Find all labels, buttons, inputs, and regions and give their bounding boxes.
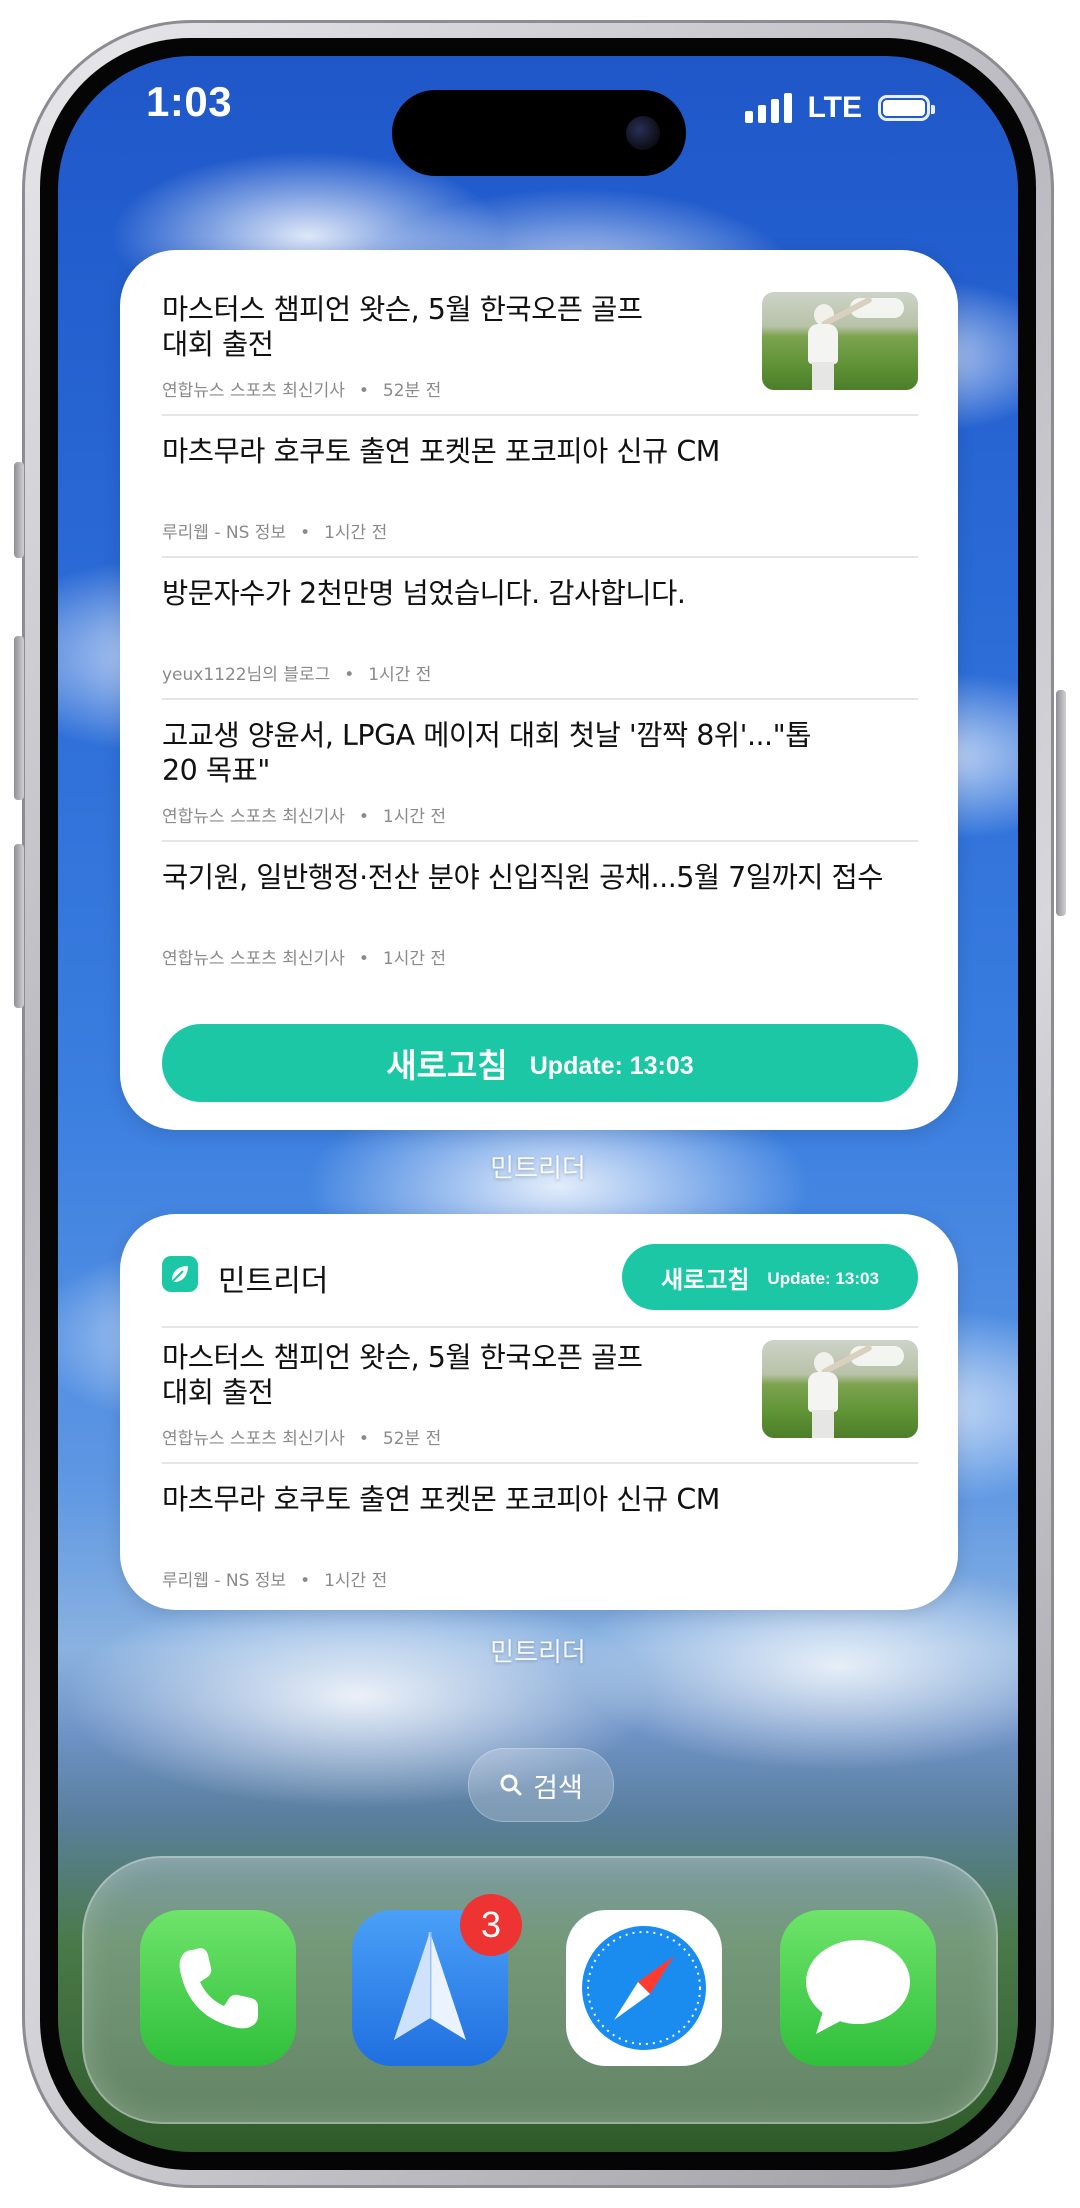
news-title: 마스터스 챔피언 왓슨, 5월 한국오픈 골프 대회 출전 — [162, 293, 643, 361]
power-button — [1056, 690, 1066, 916]
refresh-label: 새로고침 — [661, 1265, 750, 1294]
notification-badge: 3 — [460, 1894, 522, 1956]
spotlight-search-button[interactable]: 검색 — [468, 1748, 614, 1822]
news-age: 52분 전 — [382, 381, 442, 401]
news-age: 1시간 전 — [324, 1571, 388, 1591]
news-source: 루리웹 - NS 정보 — [162, 523, 287, 543]
front-camera-icon — [626, 116, 660, 150]
news-item[interactable]: 국기원, 일반행정·전산 분야 신입직원 공채...5월 7일까지 접수 연합뉴… — [162, 842, 918, 984]
news-meta: 연합뉴스 스포츠 최신기사 • 1시간 전 — [162, 949, 447, 969]
home-screen: 1:03 LTE 마스터스 챔피언 왓슨, 5월 한국오픈 골프 대회 출전 연… — [58, 56, 1018, 2152]
widget-caption: 민트리더 — [490, 1638, 586, 1668]
news-title: 마츠무라 호쿠토 출연 포켓몬 포코피아 신규 CM — [162, 435, 720, 468]
news-item[interactable]: 마츠무라 호쿠토 출연 포켓몬 포코피아 신규 CM 루리웹 - NS 정보 • 1… — [162, 1464, 918, 1606]
search-label: 검색 — [533, 1772, 583, 1804]
news-meta: yeux1122님의 블로그 • 1시간 전 — [162, 665, 432, 685]
status-indicators: LTE — [744, 88, 935, 128]
news-item[interactable]: 마스터스 챔피언 왓슨, 5월 한국오픈 골프 대회 출전 연합뉴스 스포츠 최… — [162, 292, 918, 416]
phone-icon — [179, 1948, 258, 2029]
news-title: 마츠무라 호쿠토 출연 포켓몬 포코피아 신규 CM — [162, 1483, 720, 1516]
mint-reader-app-icon — [162, 1256, 198, 1292]
news-widget-medium[interactable]: 민트리더 새로고침 Update: 13:03 마스터스 챔피언 왓슨, 5월 … — [120, 1214, 958, 1610]
news-source: 연합뉴스 스포츠 최신기사 — [162, 1429, 345, 1449]
news-item[interactable]: 고교생 양윤서, LPGA 메이저 대회 첫날 '깜짝 8위'..."톱 20 … — [162, 700, 918, 842]
news-source: yeux1122님의 블로그 — [162, 665, 331, 685]
safari-app[interactable] — [566, 1910, 722, 2066]
news-item[interactable]: 방문자수가 2천만명 넘었습니다. 감사합니다. yeux1122님의 블로그 •… — [162, 558, 918, 700]
widget-caption: 민트리더 — [490, 1154, 586, 1184]
phone-app[interactable] — [140, 1910, 296, 2066]
spark-mail-app[interactable]: 3 — [352, 1894, 522, 2066]
news-age: 1시간 전 — [382, 807, 447, 827]
status-time: 1:03 — [146, 78, 233, 125]
battery-icon — [878, 95, 935, 121]
news-thumbnail — [762, 292, 918, 390]
volume-up-button — [14, 636, 24, 800]
news-age: 1시간 전 — [324, 523, 388, 543]
volume-down-button — [14, 844, 24, 1008]
search-icon — [500, 1774, 522, 1796]
news-source: 연합뉴스 스포츠 최신기사 — [162, 807, 345, 827]
news-age: 52분 전 — [382, 1429, 442, 1449]
messages-app[interactable] — [780, 1910, 936, 2066]
news-title: 국기원, 일반행정·전산 분야 신입직원 공채...5월 7일까지 접수 — [162, 861, 883, 894]
news-thumbnail — [762, 1340, 918, 1438]
news-item[interactable]: 마스터스 챔피언 왓슨, 5월 한국오픈 골프 대회 출전 연합뉴스 스포츠 최… — [162, 1340, 918, 1464]
news-meta: 루리웹 - NS 정보 • 1시간 전 — [162, 1571, 388, 1591]
refresh-button[interactable]: 새로고침 Update: 13:03 — [162, 1024, 918, 1102]
news-meta: 루리웹 - NS 정보 • 1시간 전 — [162, 523, 388, 543]
news-title: 방문자수가 2천만명 넘었습니다. 감사합니다. — [162, 577, 686, 610]
news-title: 고교생 양윤서, LPGA 메이저 대회 첫날 '깜짝 8위'..."톱 20 … — [162, 719, 811, 787]
update-time: Update: 13:03 — [767, 1269, 879, 1288]
network-type: LTE — [807, 91, 862, 124]
news-title: 마스터스 챔피언 왓슨, 5월 한국오픈 골프 대회 출전 — [162, 1341, 643, 1409]
divider — [162, 1326, 918, 1328]
news-age: 1시간 전 — [382, 949, 447, 969]
refresh-label: 새로고침 — [386, 1046, 508, 1085]
action-button — [14, 462, 24, 558]
news-source: 루리웹 - NS 정보 — [162, 1571, 287, 1591]
widget-header: 민트리더 새로고침 Update: 13:03 — [162, 1244, 918, 1328]
refresh-button[interactable]: 새로고침 Update: 13:03 — [622, 1244, 918, 1310]
app-name: 민트리더 — [218, 1264, 329, 1299]
news-item[interactable]: 마츠무라 호쿠토 출연 포켓몬 포코피아 신규 CM 루리웹 - NS 정보 • 1… — [162, 416, 918, 558]
speech-bubble-icon — [806, 1940, 910, 2034]
update-time: Update: 13:03 — [529, 1051, 694, 1080]
news-meta: 연합뉴스 스포츠 최신기사 • 1시간 전 — [162, 807, 447, 827]
news-source: 연합뉴스 스포츠 최신기사 — [162, 381, 345, 401]
dynamic-island — [392, 90, 686, 176]
news-source: 연합뉴스 스포츠 최신기사 — [162, 949, 345, 969]
news-meta: 연합뉴스 스포츠 최신기사 • 52분 전 — [162, 1429, 442, 1449]
news-age: 1시간 전 — [368, 665, 432, 685]
news-meta: 연합뉴스 스포츠 최신기사 • 52분 전 — [162, 381, 442, 401]
cellular-signal-icon — [744, 93, 792, 123]
news-widget-large[interactable]: 마스터스 챔피언 왓슨, 5월 한국오픈 골프 대회 출전 연합뉴스 스포츠 최… — [120, 250, 958, 1130]
compass-icon — [582, 1926, 706, 2050]
